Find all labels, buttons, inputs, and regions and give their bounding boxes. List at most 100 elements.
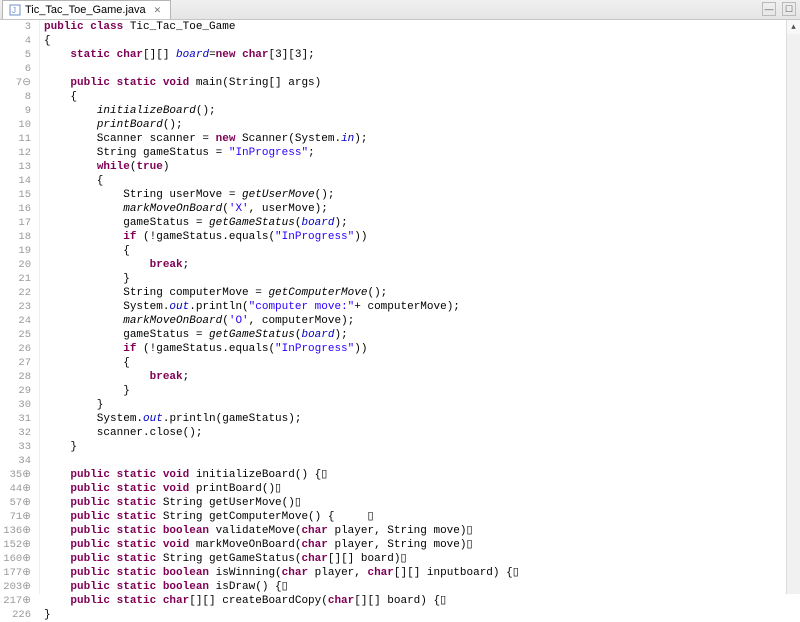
gutter-line: 35⊕ — [0, 468, 31, 482]
line-gutter: 34567⊖8910111213141516171819202122232425… — [0, 20, 40, 594]
file-tab[interactable]: J Tic_Tac_Toe_Game.java ✕ — [2, 0, 171, 19]
gutter-line: 30 — [0, 398, 31, 412]
code-line[interactable]: } — [44, 608, 800, 622]
gutter-line: 27 — [0, 356, 31, 370]
code-line[interactable]: } — [44, 440, 800, 454]
code-line[interactable]: { — [44, 34, 800, 48]
code-line[interactable]: { — [44, 90, 800, 104]
tab-label: Tic_Tac_Toe_Game.java — [25, 4, 146, 16]
minimize-icon[interactable]: — — [762, 2, 776, 16]
gutter-line: 44⊕ — [0, 482, 31, 496]
code-line[interactable]: { — [44, 356, 800, 370]
code-line[interactable]: printBoard(); — [44, 118, 800, 132]
code-line[interactable]: public static void main(String[] args) — [44, 76, 800, 90]
gutter-line: 3 — [0, 20, 31, 34]
gutter-line: 22 — [0, 286, 31, 300]
gutter-line: 6 — [0, 62, 31, 76]
gutter-line: 19 — [0, 244, 31, 258]
code-line[interactable]: public static String getGameStatus(char[… — [44, 552, 800, 566]
code-line[interactable]: System.out.println(gameStatus); — [44, 412, 800, 426]
gutter-line: 16 — [0, 202, 31, 216]
gutter-line: 10 — [0, 118, 31, 132]
code-line[interactable]: if (!gameStatus.equals("InProgress")) — [44, 230, 800, 244]
code-line[interactable]: public static boolean isDraw() {▯ — [44, 580, 800, 594]
gutter-line: 14 — [0, 174, 31, 188]
gutter-line: 21 — [0, 272, 31, 286]
code-editor[interactable]: 34567⊖8910111213141516171819202122232425… — [0, 20, 800, 594]
code-line[interactable]: String gameStatus = "InProgress"; — [44, 146, 800, 160]
gutter-line: 152⊕ — [0, 538, 31, 552]
code-line[interactable]: gameStatus = getGameStatus(board); — [44, 328, 800, 342]
code-line[interactable]: System.out.println("computer move:"+ com… — [44, 300, 800, 314]
gutter-line: 17 — [0, 216, 31, 230]
gutter-line: 8 — [0, 90, 31, 104]
tab-bar: J Tic_Tac_Toe_Game.java ✕ — ☐ — [0, 0, 800, 20]
gutter-line: 7⊖ — [0, 76, 31, 90]
gutter-line: 177⊕ — [0, 566, 31, 580]
code-area[interactable]: public class Tic_Tac_Toe_Game{ static ch… — [40, 20, 800, 594]
gutter-line: 5 — [0, 48, 31, 62]
code-line[interactable]: public class Tic_Tac_Toe_Game — [44, 20, 800, 34]
gutter-line: 203⊕ — [0, 580, 31, 594]
window-buttons: — ☐ — [762, 2, 796, 16]
gutter-line: 23 — [0, 300, 31, 314]
code-line[interactable]: } — [44, 398, 800, 412]
gutter-line: 31 — [0, 412, 31, 426]
gutter-line: 217⊕ — [0, 594, 31, 608]
gutter-line: 12 — [0, 146, 31, 160]
code-line[interactable]: if (!gameStatus.equals("InProgress")) — [44, 342, 800, 356]
close-icon[interactable]: ✕ — [154, 5, 164, 15]
gutter-line: 18 — [0, 230, 31, 244]
gutter-line: 9 — [0, 104, 31, 118]
code-line[interactable]: public static boolean validateMove(char … — [44, 524, 800, 538]
code-line[interactable]: break; — [44, 370, 800, 384]
code-line[interactable]: markMoveOnBoard('X', userMove); — [44, 202, 800, 216]
code-line[interactable]: initializeBoard(); — [44, 104, 800, 118]
code-line[interactable] — [44, 62, 800, 76]
code-line[interactable]: { — [44, 174, 800, 188]
gutter-line: 29 — [0, 384, 31, 398]
code-line[interactable]: public static boolean isWinning(char pla… — [44, 566, 800, 580]
code-line[interactable]: Scanner scanner = new Scanner(System.in)… — [44, 132, 800, 146]
code-line[interactable]: { — [44, 244, 800, 258]
code-line[interactable]: public static void printBoard()▯ — [44, 482, 800, 496]
gutter-line: 57⊕ — [0, 496, 31, 510]
gutter-line: 136⊕ — [0, 524, 31, 538]
code-line[interactable]: public static void markMoveOnBoard(char … — [44, 538, 800, 552]
code-line[interactable]: scanner.close(); — [44, 426, 800, 440]
code-line[interactable]: public static String getComputerMove() {… — [44, 510, 800, 524]
gutter-line: 13 — [0, 160, 31, 174]
code-line[interactable]: } — [44, 384, 800, 398]
gutter-line: 71⊕ — [0, 510, 31, 524]
gutter-line: 34 — [0, 454, 31, 468]
gutter-line: 226 — [0, 608, 31, 622]
gutter-line: 26 — [0, 342, 31, 356]
java-file-icon: J — [9, 4, 21, 16]
gutter-line: 20 — [0, 258, 31, 272]
gutter-line: 28 — [0, 370, 31, 384]
gutter-line: 160⊕ — [0, 552, 31, 566]
gutter-line: 15 — [0, 188, 31, 202]
code-line[interactable]: public static char[][] createBoardCopy(c… — [44, 594, 800, 608]
vertical-scrollbar[interactable]: ▴ — [786, 20, 800, 594]
code-line[interactable]: gameStatus = getGameStatus(board); — [44, 216, 800, 230]
gutter-line: 24 — [0, 314, 31, 328]
code-line[interactable]: while(true) — [44, 160, 800, 174]
code-line[interactable]: markMoveOnBoard('O', computerMove); — [44, 314, 800, 328]
code-line[interactable]: String computerMove = getComputerMove(); — [44, 286, 800, 300]
scroll-up-icon[interactable]: ▴ — [787, 20, 800, 34]
code-line[interactable]: break; — [44, 258, 800, 272]
code-line[interactable]: public static String getUserMove()▯ — [44, 496, 800, 510]
gutter-line: 32 — [0, 426, 31, 440]
code-line[interactable] — [44, 454, 800, 468]
maximize-icon[interactable]: ☐ — [782, 2, 796, 16]
gutter-line: 33 — [0, 440, 31, 454]
code-line[interactable]: static char[][] board=new char[3][3]; — [44, 48, 800, 62]
gutter-line: 25 — [0, 328, 31, 342]
gutter-line: 4 — [0, 34, 31, 48]
code-line[interactable]: String userMove = getUserMove(); — [44, 188, 800, 202]
gutter-line: 11 — [0, 132, 31, 146]
code-line[interactable]: public static void initializeBoard() {▯ — [44, 468, 800, 482]
svg-text:J: J — [12, 6, 16, 15]
code-line[interactable]: } — [44, 272, 800, 286]
